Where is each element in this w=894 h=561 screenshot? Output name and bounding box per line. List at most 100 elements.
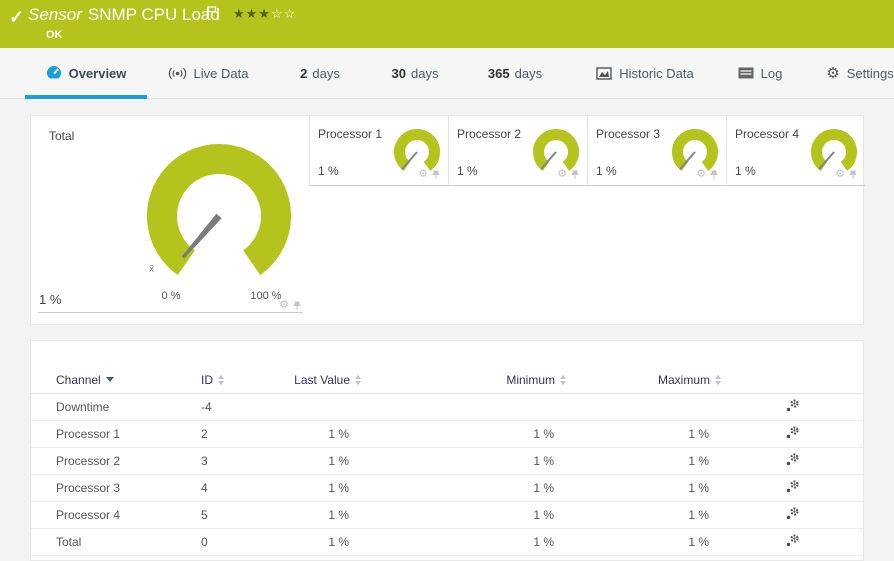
sort-icon xyxy=(560,375,566,385)
table-row: Total 0 1 % 1 % 1 % xyxy=(31,528,863,555)
gear-icon[interactable]: ⚙ xyxy=(279,300,289,311)
table-row: Processor 4 5 1 % 1 % 1 % xyxy=(31,501,863,528)
channel-settings-icon[interactable] xyxy=(785,452,800,467)
gauge-cell-total: Total x̄ 0 % 100 % 1 % ⚙ xyxy=(31,116,309,320)
gear-icon[interactable]: ⚙ xyxy=(835,169,845,180)
maximum-value: 1 % xyxy=(566,420,721,447)
total-gauge xyxy=(134,131,304,301)
maximum-value: 1 % xyxy=(566,447,721,474)
minimum-value: 1 % xyxy=(361,474,566,501)
tab-settings[interactable]: ⚙ Settings xyxy=(815,48,894,98)
sensor-name: SNMP CPU Load xyxy=(88,5,220,24)
column-header-actions xyxy=(721,367,863,393)
gear-icon[interactable]: ⚙ xyxy=(557,169,567,180)
tab-label: Historic Data xyxy=(619,66,693,81)
channel-name: Processor 4 xyxy=(31,501,201,528)
last-value: 1 % xyxy=(286,501,361,528)
table-row: Downtime -4 xyxy=(31,393,863,420)
average-marker: x̄ xyxy=(149,264,154,275)
log-icon xyxy=(738,67,754,79)
sort-icon xyxy=(355,375,361,385)
gauge-actions: ⚙ xyxy=(279,300,301,311)
sort-icon xyxy=(218,375,224,385)
pin-icon[interactable] xyxy=(432,170,440,180)
gear-icon: ⚙ xyxy=(826,66,839,81)
gauge-icon xyxy=(46,65,62,81)
pin-icon[interactable] xyxy=(293,301,301,311)
gauge-value: 1 % xyxy=(318,164,339,178)
gauge-actions: ⚙ xyxy=(557,169,579,180)
channel-settings-icon[interactable] xyxy=(785,479,800,494)
tab-label: days xyxy=(411,66,438,81)
channel-name: Processor 3 xyxy=(31,474,201,501)
tab-2-days[interactable]: 2 days xyxy=(285,48,355,98)
channel-id: 5 xyxy=(201,501,286,528)
column-header-maximum[interactable]: Maximum xyxy=(566,367,721,393)
table-row: Processor 1 2 1 % 1 % 1 % xyxy=(31,420,863,447)
tab-overview[interactable]: Overview xyxy=(25,48,147,98)
tab-log[interactable]: Log xyxy=(725,48,795,98)
channel-settings-icon[interactable] xyxy=(785,398,800,413)
minimum-value: 1 % xyxy=(361,528,566,555)
flag-icon[interactable] xyxy=(206,6,217,24)
gauge-title: Processor 2 xyxy=(457,127,521,141)
gear-icon[interactable]: ⚙ xyxy=(418,169,428,180)
gauge-actions: ⚙ xyxy=(696,169,718,180)
channel-id: 4 xyxy=(201,474,286,501)
maximum-value: 1 % xyxy=(566,501,721,528)
column-header-channel[interactable]: Channel xyxy=(31,367,201,393)
channel-id: 3 xyxy=(201,447,286,474)
divider xyxy=(38,312,303,313)
tab-historic-data[interactable]: Historic Data xyxy=(588,48,702,98)
tab-365-days[interactable]: 365 days xyxy=(473,48,557,98)
pin-icon[interactable] xyxy=(710,170,718,180)
gauge-min-label: 0 % xyxy=(149,290,193,302)
tab-bar: Overview Live Data 2 days 30 days 365 da… xyxy=(0,48,894,99)
channel-table: Channel ID Last Value Minimum Maximum Do… xyxy=(31,367,863,556)
check-icon: ✓ xyxy=(9,7,24,28)
pin-icon[interactable] xyxy=(849,170,857,180)
live-icon xyxy=(168,67,187,80)
page-title: SensorSNMP CPU Load xyxy=(28,5,220,25)
sort-icon xyxy=(715,375,721,385)
tab-label: days xyxy=(515,66,542,81)
gear-icon[interactable]: ⚙ xyxy=(696,169,706,180)
last-value: 1 % xyxy=(286,420,361,447)
gauge-title: Processor 1 xyxy=(318,127,382,141)
tab-label: Log xyxy=(761,66,783,81)
tab-live-data[interactable]: Live Data xyxy=(158,48,258,98)
column-header-minimum[interactable]: Minimum xyxy=(361,367,566,393)
channel-name: Processor 1 xyxy=(31,420,201,447)
priority-rating[interactable]: ★★★☆☆ xyxy=(233,6,296,22)
gauge-actions: ⚙ xyxy=(418,169,440,180)
channel-name: Processor 2 xyxy=(31,447,201,474)
maximum-value: 1 % xyxy=(566,528,721,555)
channel-settings-icon[interactable] xyxy=(785,506,800,521)
stars-filled-icon[interactable]: ★★★ xyxy=(233,6,271,21)
gauge-title: Processor 4 xyxy=(735,127,799,141)
tab-30-days[interactable]: 30 days xyxy=(378,48,452,98)
gauge-value: 1 % xyxy=(457,164,478,178)
gauge-cell-processor-2: Processor 2 1 % ⚙ xyxy=(448,116,587,186)
channel-settings-icon[interactable] xyxy=(785,533,800,548)
tab-label: Overview xyxy=(69,66,127,81)
gauge-actions: ⚙ xyxy=(835,169,857,180)
table-row: Processor 2 3 1 % 1 % 1 % xyxy=(31,447,863,474)
sensor-page: ✓ SensorSNMP CPU Load ★★★☆☆ OK Overview xyxy=(0,0,894,561)
last-value: 1 % xyxy=(286,528,361,555)
table-header-row: Channel ID Last Value Minimum Maximum xyxy=(31,367,863,393)
gauge-cell-processor-1: Processor 1 1 % ⚙ xyxy=(309,116,448,186)
chart-icon xyxy=(596,67,612,80)
minimum-value xyxy=(361,393,566,420)
tab-label: days xyxy=(312,66,339,81)
stars-empty-icon[interactable]: ☆☆ xyxy=(271,6,296,21)
gauges-panel: Total x̄ 0 % 100 % 1 % ⚙ Processo xyxy=(30,115,864,325)
column-header-last-value[interactable]: Last Value xyxy=(286,367,361,393)
minimum-value: 1 % xyxy=(361,501,566,528)
status-badge: OK xyxy=(46,29,63,41)
pin-icon[interactable] xyxy=(571,170,579,180)
column-header-id[interactable]: ID xyxy=(201,367,286,393)
tab-number: 30 xyxy=(392,66,406,81)
channel-id: 2 xyxy=(201,420,286,447)
channel-settings-icon[interactable] xyxy=(785,425,800,440)
